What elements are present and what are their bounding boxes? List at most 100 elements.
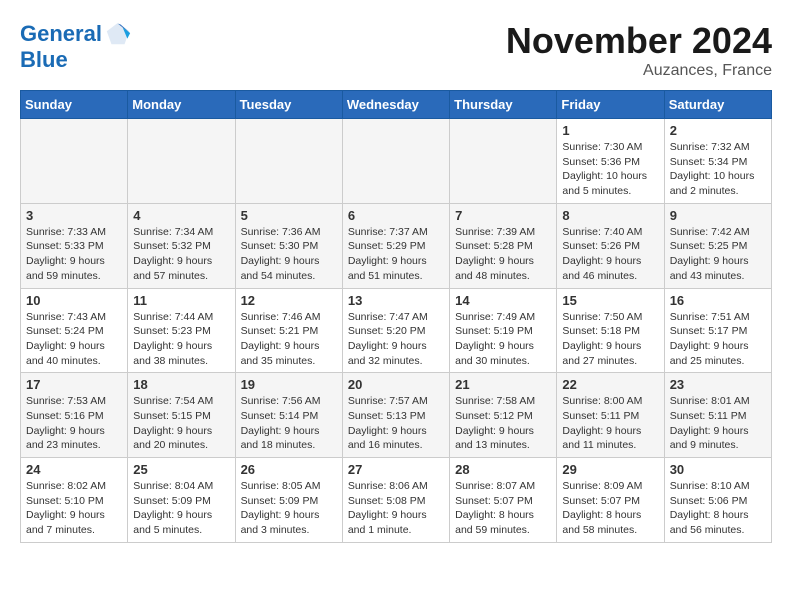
day-info: Sunrise: 8:02 AM Sunset: 5:10 PM Dayligh… <box>26 479 122 538</box>
day-number: 22 <box>562 377 658 392</box>
day-number: 27 <box>348 462 444 477</box>
day-info: Sunrise: 7:53 AM Sunset: 5:16 PM Dayligh… <box>26 394 122 453</box>
day-number: 3 <box>26 208 122 223</box>
calendar-cell: 14 Sunrise: 7:49 AM Sunset: 5:19 PM Dayli… <box>450 288 557 373</box>
calendar-cell: 26Sunrise: 8:05 AM Sunset: 5:09 PM Dayli… <box>235 458 342 543</box>
day-number: 25 <box>133 462 229 477</box>
week-row-5: 24 Sunrise: 8:02 AM Sunset: 5:10 PM Dayli… <box>21 458 772 543</box>
calendar-cell: 22Sunrise: 8:00 AM Sunset: 5:11 PM Dayli… <box>557 373 664 458</box>
calendar-cell: 24 Sunrise: 8:02 AM Sunset: 5:10 PM Dayli… <box>21 458 128 543</box>
calendar-cell: 5 Sunrise: 7:36 AM Sunset: 5:30 PM Daylig… <box>235 203 342 288</box>
day-info: Sunrise: 7:44 AM Sunset: 5:23 PM Dayligh… <box>133 310 229 369</box>
week-row-4: 17 Sunrise: 7:53 AM Sunset: 5:16 PM Dayli… <box>21 373 772 458</box>
day-info: Sunrise: 7:32 AM Sunset: 5:34 PM Dayligh… <box>670 140 766 199</box>
calendar-cell: 23 Sunrise: 8:01 AM Sunset: 5:11 PM Dayli… <box>664 373 771 458</box>
day-info: Sunrise: 7:50 AM Sunset: 5:18 PM Dayligh… <box>562 310 658 369</box>
day-number: 18 <box>133 377 229 392</box>
day-number: 26 <box>241 462 337 477</box>
calendar-cell: 27 Sunrise: 8:06 AM Sunset: 5:08 PM Dayli… <box>342 458 449 543</box>
calendar-cell: 21 Sunrise: 7:58 AM Sunset: 5:12 PM Dayli… <box>450 373 557 458</box>
day-number: 1 <box>562 123 658 138</box>
day-number: 15 <box>562 293 658 308</box>
day-info: Sunrise: 7:43 AM Sunset: 5:24 PM Dayligh… <box>26 310 122 369</box>
calendar-table: SundayMondayTuesdayWednesdayThursdayFrid… <box>20 90 772 543</box>
day-number: 23 <box>670 377 766 392</box>
day-number: 28 <box>455 462 551 477</box>
day-info: Sunrise: 8:01 AM Sunset: 5:11 PM Dayligh… <box>670 394 766 453</box>
calendar-cell: 8 Sunrise: 7:40 AM Sunset: 5:26 PM Daylig… <box>557 203 664 288</box>
calendar-cell: 6 Sunrise: 7:37 AM Sunset: 5:29 PM Daylig… <box>342 203 449 288</box>
week-row-1: 1 Sunrise: 7:30 AM Sunset: 5:36 PM Daylig… <box>21 119 772 204</box>
day-info: Sunrise: 7:42 AM Sunset: 5:25 PM Dayligh… <box>670 225 766 284</box>
day-number: 9 <box>670 208 766 223</box>
day-info: Sunrise: 7:34 AM Sunset: 5:32 PM Dayligh… <box>133 225 229 284</box>
day-info: Sunrise: 8:04 AM Sunset: 5:09 PM Dayligh… <box>133 479 229 538</box>
day-info: Sunrise: 7:49 AM Sunset: 5:19 PM Dayligh… <box>455 310 551 369</box>
calendar-cell <box>342 119 449 204</box>
logo-text2: Blue <box>20 48 134 72</box>
logo-icon <box>104 20 132 48</box>
location: Auzances, France <box>506 62 772 80</box>
day-info: Sunrise: 7:46 AM Sunset: 5:21 PM Dayligh… <box>241 310 337 369</box>
day-info: Sunrise: 8:06 AM Sunset: 5:08 PM Dayligh… <box>348 479 444 538</box>
calendar-cell: 19Sunrise: 7:56 AM Sunset: 5:14 PM Dayli… <box>235 373 342 458</box>
calendar-cell: 15 Sunrise: 7:50 AM Sunset: 5:18 PM Dayli… <box>557 288 664 373</box>
logo-text: General <box>20 22 102 46</box>
day-number: 17 <box>26 377 122 392</box>
day-number: 14 <box>455 293 551 308</box>
day-header-wednesday: Wednesday <box>342 91 449 119</box>
header: General Blue November 2024 Auzances, Fra… <box>20 20 772 80</box>
day-header-saturday: Saturday <box>664 91 771 119</box>
day-number: 2 <box>670 123 766 138</box>
day-number: 7 <box>455 208 551 223</box>
day-info: Sunrise: 7:39 AM Sunset: 5:28 PM Dayligh… <box>455 225 551 284</box>
day-info: Sunrise: 7:36 AM Sunset: 5:30 PM Dayligh… <box>241 225 337 284</box>
day-info: Sunrise: 8:09 AM Sunset: 5:07 PM Dayligh… <box>562 479 658 538</box>
day-number: 5 <box>241 208 337 223</box>
calendar-cell: 29 Sunrise: 8:09 AM Sunset: 5:07 PM Dayli… <box>557 458 664 543</box>
header-row: SundayMondayTuesdayWednesdayThursdayFrid… <box>21 91 772 119</box>
day-header-thursday: Thursday <box>450 91 557 119</box>
day-info: Sunrise: 7:58 AM Sunset: 5:12 PM Dayligh… <box>455 394 551 453</box>
day-info: Sunrise: 8:10 AM Sunset: 5:06 PM Dayligh… <box>670 479 766 538</box>
calendar-cell: 30 Sunrise: 8:10 AM Sunset: 5:06 PM Dayli… <box>664 458 771 543</box>
day-header-friday: Friday <box>557 91 664 119</box>
calendar-cell <box>235 119 342 204</box>
day-number: 24 <box>26 462 122 477</box>
calendar-cell: 4Sunrise: 7:34 AM Sunset: 5:32 PM Daylig… <box>128 203 235 288</box>
day-info: Sunrise: 7:47 AM Sunset: 5:20 PM Dayligh… <box>348 310 444 369</box>
month-title: November 2024 <box>506 20 772 62</box>
calendar-cell: 12 Sunrise: 7:46 AM Sunset: 5:21 PM Dayli… <box>235 288 342 373</box>
day-header-tuesday: Tuesday <box>235 91 342 119</box>
calendar-cell: 2 Sunrise: 7:32 AM Sunset: 5:34 PM Daylig… <box>664 119 771 204</box>
day-info: Sunrise: 7:30 AM Sunset: 5:36 PM Dayligh… <box>562 140 658 199</box>
day-number: 30 <box>670 462 766 477</box>
day-number: 21 <box>455 377 551 392</box>
calendar-cell: 9 Sunrise: 7:42 AM Sunset: 5:25 PM Daylig… <box>664 203 771 288</box>
day-info: Sunrise: 7:37 AM Sunset: 5:29 PM Dayligh… <box>348 225 444 284</box>
logo: General Blue <box>20 20 134 72</box>
day-number: 19 <box>241 377 337 392</box>
day-number: 10 <box>26 293 122 308</box>
day-number: 29 <box>562 462 658 477</box>
calendar-cell: 28 Sunrise: 8:07 AM Sunset: 5:07 PM Dayli… <box>450 458 557 543</box>
calendar-cell: 20 Sunrise: 7:57 AM Sunset: 5:13 PM Dayli… <box>342 373 449 458</box>
day-number: 20 <box>348 377 444 392</box>
calendar-cell: 16 Sunrise: 7:51 AM Sunset: 5:17 PM Dayli… <box>664 288 771 373</box>
calendar-cell: 10 Sunrise: 7:43 AM Sunset: 5:24 PM Dayli… <box>21 288 128 373</box>
day-number: 16 <box>670 293 766 308</box>
day-number: 13 <box>348 293 444 308</box>
calendar-cell: 18Sunrise: 7:54 AM Sunset: 5:15 PM Dayli… <box>128 373 235 458</box>
day-number: 8 <box>562 208 658 223</box>
calendar-cell: 25 Sunrise: 8:04 AM Sunset: 5:09 PM Dayli… <box>128 458 235 543</box>
title-area: November 2024 Auzances, France <box>506 20 772 80</box>
day-info: Sunrise: 7:40 AM Sunset: 5:26 PM Dayligh… <box>562 225 658 284</box>
day-number: 6 <box>348 208 444 223</box>
day-info: Sunrise: 7:51 AM Sunset: 5:17 PM Dayligh… <box>670 310 766 369</box>
day-number: 12 <box>241 293 337 308</box>
day-info: Sunrise: 7:57 AM Sunset: 5:13 PM Dayligh… <box>348 394 444 453</box>
day-info: Sunrise: 8:07 AM Sunset: 5:07 PM Dayligh… <box>455 479 551 538</box>
calendar-cell: 13 Sunrise: 7:47 AM Sunset: 5:20 PM Dayli… <box>342 288 449 373</box>
calendar-cell: 11Sunrise: 7:44 AM Sunset: 5:23 PM Dayli… <box>128 288 235 373</box>
calendar-cell <box>450 119 557 204</box>
